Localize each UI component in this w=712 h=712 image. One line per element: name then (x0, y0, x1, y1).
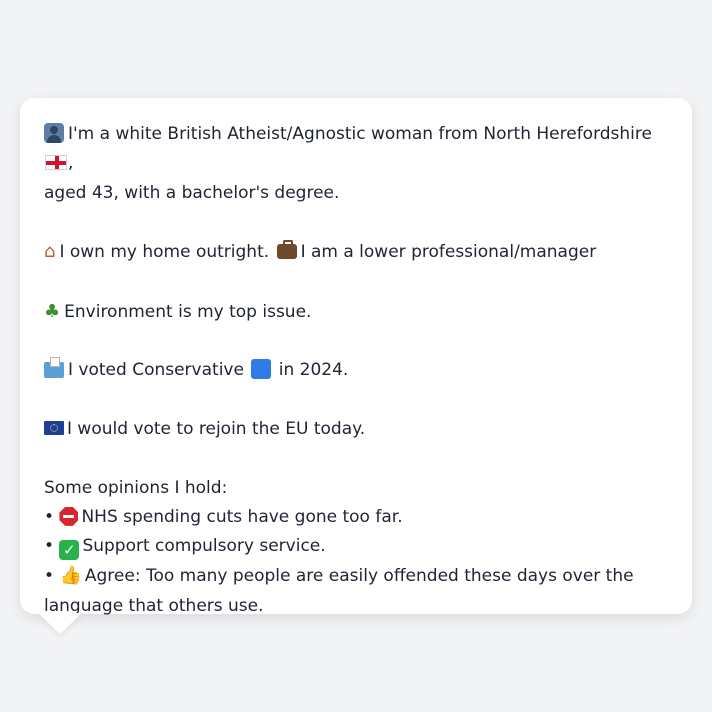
house-icon: ⌂ (44, 241, 56, 263)
eu-text: I would vote to rejoin the EU today. (67, 418, 366, 439)
job-text: I am a lower professional/manager (300, 242, 597, 263)
identity-text: I'm a white British Atheist/Agnostic wom… (68, 124, 652, 144)
opinion-item: • 👍 Agree: Too many people are easily off… (44, 561, 668, 591)
opinion-item: • ✓ Support compulsory service. (44, 532, 668, 561)
blue-square-icon (251, 359, 272, 380)
speech-bubble-tail (38, 613, 82, 634)
identity-line: I'm a white British Atheist/Agnostic wom… (44, 120, 668, 179)
opinion-text-continued: language that others use. (44, 595, 264, 616)
person-icon (44, 123, 64, 143)
eu-flag-icon (44, 420, 64, 435)
eu-line: I would vote to rejoin the EU today. (44, 415, 668, 444)
opinions-heading: Some opinions I hold: (44, 477, 228, 498)
stop-sign-icon (59, 506, 79, 526)
thumbs-up-icon: 👍 (59, 565, 82, 587)
tree-icon: ♣ (44, 300, 61, 322)
opinion-item: • NHS spending cuts have gone too far. (44, 503, 668, 532)
opinion-text: Support compulsory service. (82, 536, 326, 557)
opinion-text: NHS spending cuts have gone too far. (81, 506, 403, 527)
profile-speech-bubble: I'm a white British Atheist/Agnostic wom… (20, 98, 692, 616)
check-mark-icon: ✓ (59, 540, 80, 561)
vote-year-text: in 2024. (278, 360, 349, 381)
england-flag-icon (45, 155, 67, 171)
home-text: I own my home outright. (59, 242, 270, 263)
issue-line: ♣ Environment is my top issue. (44, 297, 668, 327)
home-job-line: ⌂ I own my home outright. I am a lower pr… (44, 237, 668, 267)
vote-text: I voted Conservative (68, 360, 244, 381)
briefcase-icon (276, 240, 297, 260)
canvas: I'm a white British Atheist/Agnostic wom… (0, 0, 712, 712)
bullet: • (44, 566, 55, 587)
opinion-text: Agree: Too many people are easily offend… (84, 566, 634, 587)
bullet: • (44, 506, 55, 527)
identity-line-continued: aged 43, with a bachelor's degree. (44, 182, 340, 203)
vote-line: I voted Conservative in 2024. (44, 356, 668, 385)
issue-text: Environment is my top issue. (64, 301, 312, 322)
bullet: • (44, 536, 55, 557)
identity-comma: , (68, 153, 74, 174)
ballot-box-icon (44, 357, 64, 379)
